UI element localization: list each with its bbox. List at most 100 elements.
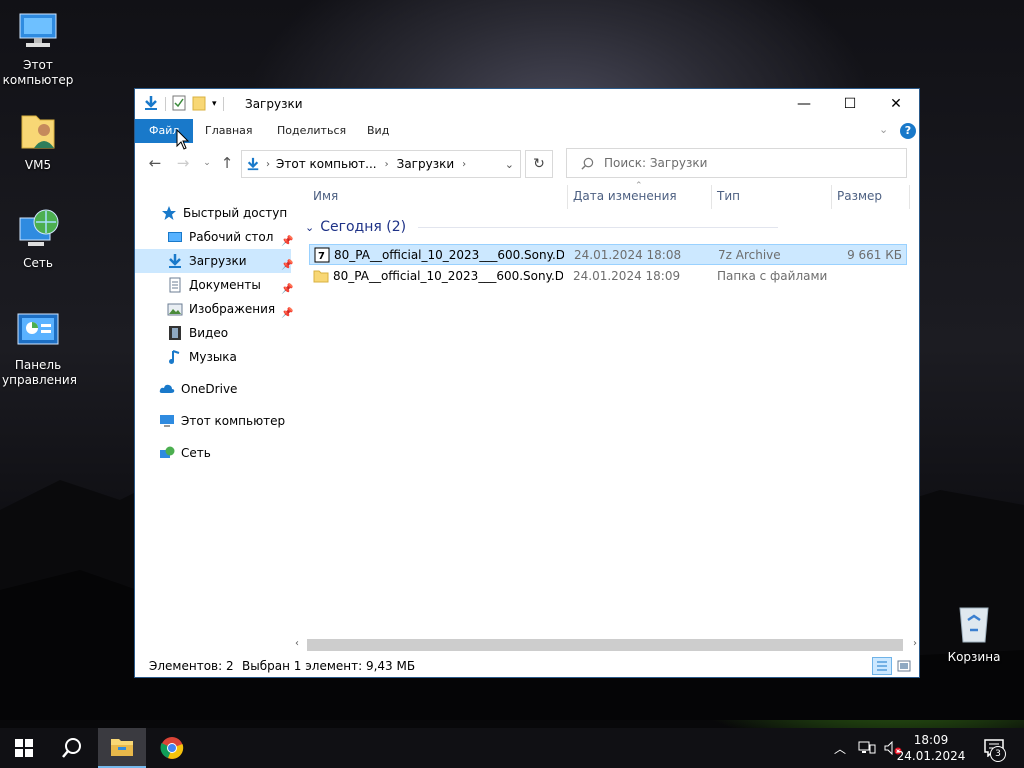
file-size: 9 661 КБ	[847, 248, 902, 262]
svg-text:7: 7	[318, 251, 325, 262]
column-name[interactable]: Имя	[313, 189, 338, 203]
large-icons-view-icon[interactable]	[896, 659, 912, 673]
file-date: 24.01.2024 18:09	[573, 269, 681, 283]
nav-item-music[interactable]: Музыка	[167, 345, 237, 369]
scroll-left-arrow-icon[interactable]: ‹	[295, 638, 299, 649]
new-folder-icon[interactable]	[192, 95, 206, 114]
recycle-bin-icon	[952, 602, 996, 646]
details-view-icon[interactable]	[872, 657, 892, 675]
clock-time: 18:09	[913, 733, 949, 747]
nav-onedrive[interactable]: OneDrive	[159, 377, 237, 401]
tab-share[interactable]: Поделиться	[265, 119, 358, 143]
nav-this-pc[interactable]: Этот компьютер	[159, 409, 285, 433]
chevron-right-icon[interactable]: ›	[462, 159, 466, 170]
network-icon	[16, 208, 60, 252]
nav-quick-access[interactable]: Быстрый доступ	[161, 201, 287, 225]
chevron-right-icon[interactable]: ›	[385, 159, 389, 170]
column-divider[interactable]	[711, 185, 712, 209]
chevron-down-icon[interactable]: ⌄	[305, 221, 314, 234]
desktop-icon-label: Корзина	[947, 650, 1001, 664]
title-bar[interactable]: ▾ Загрузки — ☐ ✕	[135, 89, 919, 119]
picture-icon	[167, 301, 183, 317]
taskbar-clock[interactable]: 18:09 24.01.2024	[896, 732, 966, 764]
nav-item-videos[interactable]: Видео	[167, 321, 228, 345]
ribbon-expand-icon[interactable]: ⌄	[879, 123, 888, 136]
maximize-button[interactable]: ☐	[827, 89, 873, 119]
pin-icon[interactable]: 📌	[281, 302, 293, 319]
taskbar-chrome[interactable]	[148, 728, 196, 768]
clock-date: 24.01.2024	[896, 749, 966, 763]
folder-icon	[313, 268, 329, 291]
forward-button[interactable]: →	[173, 153, 193, 173]
computer-icon	[16, 10, 60, 54]
column-size[interactable]: Размер	[837, 189, 882, 203]
nav-network[interactable]: Сеть	[159, 441, 211, 465]
file-date: 24.01.2024 18:08	[574, 248, 682, 262]
chevron-down-icon[interactable]: ▾	[212, 99, 217, 109]
desktop-icon-label: VM5	[24, 158, 52, 172]
network-status-icon[interactable]	[858, 741, 876, 755]
search-button[interactable]	[48, 728, 96, 768]
notification-count-badge: 3	[990, 746, 1006, 762]
breadcrumb-this-pc[interactable]: Этот компьют...	[276, 157, 377, 171]
file-name: 80_PA__official_10_2023___600.Sony.DAD..…	[334, 248, 564, 262]
action-center-button[interactable]: 3	[972, 728, 1016, 768]
refresh-button[interactable]: ↻	[525, 150, 553, 178]
desktop-icon-this-pc[interactable]: Этот компьютер	[2, 10, 74, 88]
desktop-icon-network[interactable]: Сеть	[2, 208, 74, 271]
properties-icon[interactable]	[172, 95, 186, 114]
tab-view[interactable]: Вид	[355, 119, 401, 143]
column-divider[interactable]	[567, 185, 568, 209]
explorer-window[interactable]: ▾ Загрузки — ☐ ✕ Файл Главная Поделиться…	[134, 88, 920, 678]
desktop-icon-control-panel[interactable]: Панель управления	[2, 310, 77, 388]
minimize-button[interactable]: —	[781, 89, 827, 119]
nav-item-downloads[interactable]: Загрузки 📌	[135, 249, 293, 273]
pin-icon[interactable]: 📌	[281, 254, 293, 271]
desktop-icon-vm5[interactable]: VM5	[2, 110, 74, 173]
back-button[interactable]: ←	[145, 153, 165, 173]
search-icon	[581, 157, 594, 170]
download-arrow-icon	[143, 95, 159, 114]
column-date-modified[interactable]: Дата изменения	[573, 189, 677, 203]
search-icon	[62, 738, 81, 758]
desktop-icon-recycle-bin[interactable]: Корзина	[938, 602, 1010, 665]
pin-icon[interactable]: 📌	[281, 230, 293, 247]
tab-home[interactable]: Главная	[193, 119, 265, 143]
desktop-icon	[167, 229, 183, 245]
column-type[interactable]: Тип	[717, 189, 740, 203]
taskbar-explorer[interactable]	[98, 728, 146, 768]
close-button[interactable]: ✕	[873, 89, 919, 119]
window-title: Загрузки	[245, 97, 303, 111]
scroll-right-arrow-icon[interactable]: ›	[913, 638, 917, 649]
table-row[interactable]: 80_PA__official_10_2023___600.Sony.DAD..…	[309, 266, 907, 287]
up-button[interactable]: ↑	[217, 153, 237, 173]
file-name: 80_PA__official_10_2023___600.Sony.DAD..…	[333, 269, 563, 283]
selection-info: Выбран 1 элемент: 9,43 МБ	[242, 659, 416, 673]
breadcrumb-downloads[interactable]: Загрузки	[397, 157, 455, 171]
column-divider[interactable]	[909, 185, 910, 209]
search-input[interactable]: Поиск: Загрузки	[566, 148, 907, 178]
control-panel-icon	[16, 310, 60, 354]
nav-item-desktop[interactable]: Рабочий стол 📌	[167, 225, 293, 249]
status-bar: Элементов: 2 Выбран 1 элемент: 9,43 МБ	[135, 655, 919, 677]
chevron-right-icon[interactable]: ›	[266, 159, 270, 170]
taskbar: ︿ 18:09 24.01.2024 3	[0, 728, 1024, 768]
pin-icon[interactable]: 📌	[281, 278, 293, 295]
horizontal-scrollbar[interactable]: ‹ ›	[293, 637, 919, 653]
group-header-today[interactable]: ⌄ Сегодня (2)	[305, 219, 779, 235]
show-hidden-icons-icon[interactable]: ︿	[834, 740, 846, 757]
nav-item-documents[interactable]: Документы 📌	[167, 273, 293, 297]
column-divider[interactable]	[831, 185, 832, 209]
search-placeholder: Поиск: Загрузки	[604, 156, 708, 170]
nav-item-pictures[interactable]: Изображения 📌	[167, 297, 293, 321]
table-row[interactable]: 7 80_PA__official_10_2023___600.Sony.DAD…	[309, 244, 907, 265]
address-bar[interactable]: › Этот компьют... › Загрузки › ⌄	[241, 150, 521, 178]
quick-access-toolbar: ▾	[143, 95, 224, 113]
downloads-location-icon	[246, 157, 260, 171]
help-icon[interactable]: ?	[900, 123, 916, 139]
address-dropdown-icon[interactable]: ⌄	[505, 158, 514, 171]
file-type: Папка с файлами	[717, 269, 828, 283]
recent-locations-button[interactable]: ⌄	[197, 153, 217, 173]
start-button[interactable]	[0, 728, 48, 768]
scrollbar-thumb[interactable]	[307, 639, 903, 651]
